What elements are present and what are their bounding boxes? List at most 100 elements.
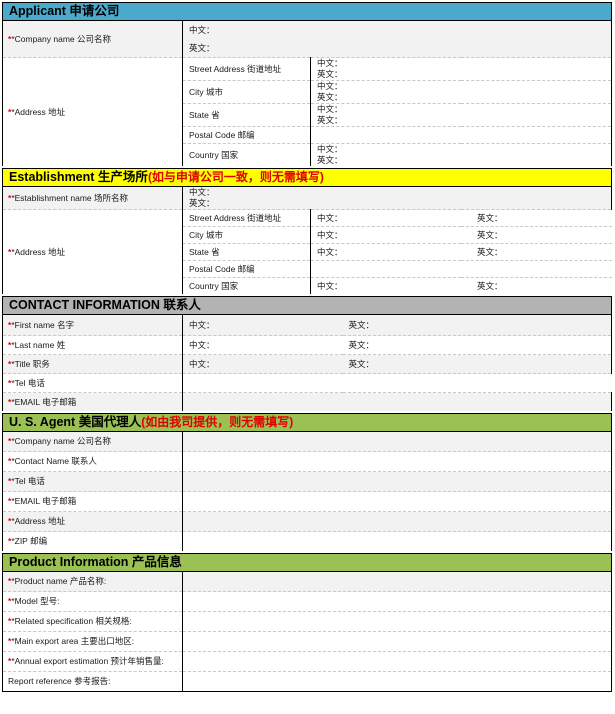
input-product-report-reference[interactable] bbox=[182, 671, 612, 692]
zh-prefix: 中文： bbox=[317, 280, 343, 291]
label-text-cn: 主要出口地区: bbox=[80, 636, 135, 646]
sublabel-cn: 城市 bbox=[206, 86, 224, 97]
input-applicant-state-zh[interactable]: 中文： bbox=[310, 103, 612, 115]
input-applicant-postal[interactable] bbox=[310, 126, 612, 144]
en-prefix: 英文： bbox=[317, 92, 343, 102]
input-establishment-country[interactable]: 中文： 英文： bbox=[310, 277, 612, 294]
input-contact-last-name-zh[interactable]: 中文： bbox=[182, 335, 343, 355]
input-contact-tel[interactable] bbox=[181, 373, 612, 393]
input-establishment-state[interactable]: 中文： 英文： bbox=[310, 243, 612, 261]
sublabel-en: City bbox=[189, 86, 206, 97]
row-product-name: **Product name 产品名称: bbox=[2, 571, 612, 592]
sublabel-cn: 街道地址 bbox=[247, 63, 282, 74]
input-agent-company-name[interactable] bbox=[181, 431, 613, 452]
zh-prefix: 中文： bbox=[317, 229, 343, 240]
input-applicant-company-name-zh[interactable]: 中文： bbox=[182, 20, 612, 39]
label-text-en: *Tel bbox=[11, 377, 28, 388]
label-text-cn: 姓 bbox=[56, 339, 66, 350]
row-contact-tel: **Tel 电话 bbox=[2, 373, 612, 393]
input-contact-first-name-zh[interactable]: 中文： bbox=[182, 314, 343, 336]
label-text-en: *Company name bbox=[11, 436, 77, 446]
zh-prefix: 中文： bbox=[317, 104, 343, 114]
input-establishment-name-en[interactable]: 英文： bbox=[182, 198, 612, 210]
us-agent-header: U. S. Agent 美国代理人(如由我司提供，则无需填写) bbox=[1, 413, 613, 432]
zh-prefix: 中文： bbox=[317, 144, 343, 154]
row-agent-tel: **Tel 电话 bbox=[2, 471, 613, 492]
label-text-en: *Main export area bbox=[11, 636, 81, 646]
input-product-related-specification[interactable] bbox=[182, 611, 612, 632]
input-product-model[interactable] bbox=[182, 591, 612, 612]
sublabel-cn: 国家 bbox=[221, 149, 239, 160]
input-agent-address[interactable] bbox=[181, 511, 613, 532]
label-text-cn: 电子邮箱 bbox=[42, 496, 77, 506]
input-applicant-street-en[interactable]: 英文： bbox=[310, 69, 612, 81]
label-establishment-address: **Address 地址 bbox=[2, 209, 183, 294]
en-prefix: 英文： bbox=[348, 319, 375, 330]
label-product-model: **Model 型号: bbox=[2, 591, 183, 612]
establishment-header-cn: 生产场所 bbox=[97, 170, 148, 184]
establishment-header-en: Establishment bbox=[9, 170, 98, 184]
label-text-cn: 联系人 bbox=[71, 456, 97, 466]
label-text-en: Report reference bbox=[8, 676, 75, 686]
label-text-en: *Address bbox=[11, 516, 49, 526]
input-applicant-city-en[interactable]: 英文： bbox=[310, 92, 612, 104]
row-agent-company-name: **Company name 公司名称 bbox=[2, 431, 613, 452]
label-text-cn: 公司名称 bbox=[76, 33, 111, 44]
label-text-cn: 电子邮箱 bbox=[42, 396, 77, 407]
contact-header-cn: 联系人 bbox=[163, 298, 201, 312]
input-establishment-postal[interactable] bbox=[310, 260, 612, 278]
sublabel-applicant-street: Street Address 街道地址 bbox=[182, 57, 311, 81]
sublabel-en: Street Address bbox=[189, 63, 248, 74]
label-product-related-specification: **Related specification 相关规格: bbox=[2, 611, 183, 632]
label-text-cn: 场所名称 bbox=[94, 192, 129, 203]
label-text-en: *Model bbox=[11, 596, 41, 606]
zh-prefix: 中文： bbox=[317, 58, 343, 68]
label-text-en: *Annual export estimation bbox=[11, 656, 111, 666]
sublabel-en: Country bbox=[189, 280, 222, 291]
input-applicant-state-en[interactable]: 英文： bbox=[310, 115, 612, 127]
input-applicant-street-zh[interactable]: 中文： bbox=[310, 57, 612, 69]
input-applicant-company-name-en[interactable]: 英文： bbox=[182, 39, 612, 58]
input-applicant-city-zh[interactable]: 中文： bbox=[310, 80, 612, 92]
section-header-row-applicant: Applicant 申请公司 bbox=[2, 2, 612, 21]
input-agent-tel[interactable] bbox=[181, 471, 613, 492]
input-contact-title-zh[interactable]: 中文： bbox=[182, 354, 343, 374]
input-agent-email[interactable] bbox=[181, 491, 613, 512]
product-header-en: Product Information bbox=[9, 555, 132, 569]
label-agent-tel: **Tel 电话 bbox=[2, 471, 183, 492]
input-establishment-street[interactable]: 中文： 英文： bbox=[310, 209, 612, 227]
sublabel-applicant-city: City 城市 bbox=[182, 80, 311, 104]
row-contact-email: **EMAIL 电子邮箱 bbox=[2, 392, 613, 411]
input-agent-contact-name[interactable] bbox=[181, 451, 613, 472]
input-applicant-country-en[interactable]: 英文： bbox=[310, 155, 612, 166]
zh-prefix: 中文： bbox=[317, 81, 343, 91]
input-product-name[interactable] bbox=[182, 571, 612, 592]
input-product-annual-export-estimation[interactable] bbox=[182, 651, 612, 672]
input-contact-last-name-en[interactable]: 英文： bbox=[342, 335, 613, 355]
input-agent-zip[interactable] bbox=[181, 531, 613, 551]
input-contact-email[interactable] bbox=[181, 392, 613, 411]
input-contact-title-en[interactable]: 英文： bbox=[342, 354, 613, 374]
row-contact-title: **Title 职务 中文： 英文： bbox=[2, 354, 613, 374]
section-header-row-product: Product Information 产品信息 bbox=[2, 553, 612, 572]
input-establishment-name-zh[interactable]: 中文： bbox=[182, 186, 612, 198]
row-contact-last-name: **Last name 姓 中文： 英文： bbox=[2, 335, 613, 355]
row-applicant-address-street: **Address 地址 Street Address 街道地址 中文： bbox=[2, 57, 612, 166]
row-establishment-address-street: **Address 地址 Street Address 街道地址 中文： 英文： bbox=[2, 209, 612, 294]
input-contact-first-name-en[interactable]: 英文： bbox=[342, 314, 613, 336]
input-establishment-city[interactable]: 中文： 英文： bbox=[310, 226, 612, 244]
input-applicant-country-zh[interactable]: 中文： bbox=[310, 143, 612, 155]
en-prefix: 英文： bbox=[317, 155, 343, 165]
label-text-cn: 相关规格: bbox=[95, 616, 132, 626]
label-text-en: *Tel bbox=[11, 476, 28, 486]
sublabel-establishment-state: State 省 bbox=[182, 243, 311, 261]
contact-section-table: CONTACT INFORMATION 联系人 **First name 名字 … bbox=[1, 296, 613, 411]
label-agent-address: **Address 地址 bbox=[2, 511, 183, 532]
label-text-cn: 名字 bbox=[57, 319, 75, 330]
sublabel-en: State bbox=[189, 109, 212, 120]
input-product-main-export-area[interactable] bbox=[182, 631, 612, 652]
label-applicant-address: **Address 地址 bbox=[2, 57, 183, 166]
label-agent-zip: **ZIP 邮编 bbox=[2, 531, 183, 551]
en-prefix: 英文： bbox=[189, 42, 215, 53]
sublabel-cn: 邮编 bbox=[237, 129, 255, 140]
